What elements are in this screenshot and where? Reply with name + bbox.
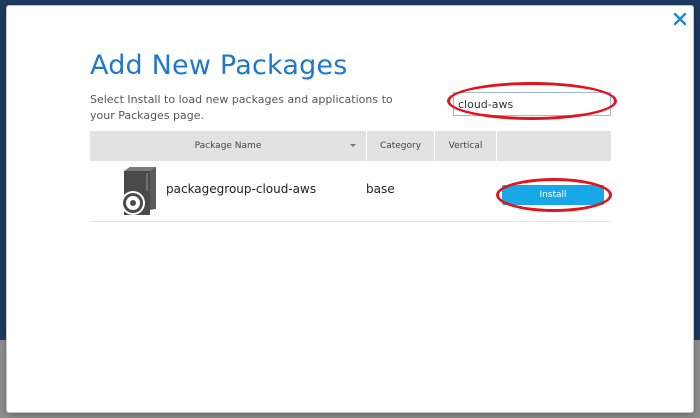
column-header-label: Package Name <box>194 141 262 151</box>
column-header-category: Category <box>366 131 434 161</box>
column-header-package-name[interactable]: Package Name <box>90 131 366 161</box>
sort-caret-icon[interactable] <box>350 144 356 147</box>
add-packages-dialog: Add New Packages Select Install to load … <box>7 6 693 412</box>
column-header-label: Category <box>379 141 422 151</box>
table-row: packagegroup-cloud-aws base Install <box>90 161 612 222</box>
column-header-label: Vertical <box>448 141 483 151</box>
package-name: packagegroup-cloud-aws <box>166 182 317 196</box>
column-header-vertical: Vertical <box>434 131 496 161</box>
table-header: Package Name Category Vertical <box>90 131 611 161</box>
install-button[interactable]: Install <box>502 185 604 205</box>
close-button[interactable] <box>671 10 689 28</box>
dialog-subtitle: Select Install to load new packages and … <box>90 93 393 122</box>
search-box <box>447 82 617 120</box>
close-icon <box>673 12 687 26</box>
package-icon <box>116 165 160 217</box>
dialog-title: Add New Packages <box>90 50 348 81</box>
package-category: base <box>366 182 395 196</box>
column-header-action <box>496 131 611 161</box>
search-input[interactable] <box>453 92 611 116</box>
